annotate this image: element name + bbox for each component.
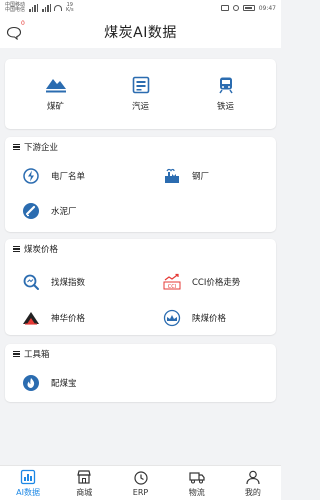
item-shenhua-price[interactable]: 神华价格: [22, 309, 85, 327]
transport-label: 铁运: [216, 102, 234, 112]
transport-item-coal-mine[interactable]: 煤矿: [26, 76, 86, 112]
battery-icon: [242, 5, 255, 11]
status-bar: 中国移动 中国电信 19 K/s 09:47: [0, 0, 281, 16]
item-label: CCI价格走势: [192, 278, 241, 288]
coal-price-section: 煤炭价格 找煤指数 CCI CCI价格走势 神华价格 陕煤价格: [5, 239, 276, 335]
item-label: 电厂名单: [51, 172, 86, 182]
section-header: 下游企业: [5, 137, 276, 157]
item-cement-plant[interactable]: 水泥厂: [22, 202, 77, 220]
shenhua-icon: [22, 309, 40, 327]
section-title: 下游企业: [24, 143, 59, 153]
downstream-section: 下游企业 电厂名单 钢厂 水泥厂: [5, 137, 276, 232]
notification-icon: [220, 5, 229, 11]
section-header: 煤炭价格: [5, 239, 276, 259]
alarm-icon: [232, 5, 239, 11]
item-power-plant-list[interactable]: 电厂名单: [22, 167, 85, 185]
wifi-icon: [54, 5, 63, 11]
truck-icon: [132, 76, 149, 94]
svg-text:CCI: CCI: [168, 284, 176, 290]
section-title: 煤炭价格: [24, 245, 59, 255]
item-shaanxi-coal-price[interactable]: 陕煤价格: [163, 309, 226, 327]
nav-label: AI数据: [16, 487, 41, 497]
list-icon: [13, 351, 20, 357]
item-label: 神华价格: [51, 314, 86, 324]
shaanxi-coal-icon: [163, 309, 181, 327]
section-header: 工具箱: [5, 344, 276, 364]
section-title: 工具箱: [24, 350, 50, 360]
profile-icon: [246, 470, 260, 484]
coal-blend-icon: [22, 374, 40, 392]
transport-label: 煤矿: [46, 102, 64, 112]
nav-label: 物流: [188, 487, 205, 497]
bottom-nav: AI数据 商城 ERP 物流 我的: [0, 465, 281, 500]
message-badge: 0: [21, 20, 25, 27]
train-icon: [218, 77, 233, 94]
chat-bubble-icon: [6, 26, 22, 41]
list-icon: [13, 144, 20, 150]
nav-label: ERP: [132, 487, 149, 497]
item-coal-blend[interactable]: 配煤宝: [22, 374, 77, 392]
nav-label: 商城: [76, 487, 93, 497]
nav-ai-data[interactable]: AI数据: [0, 466, 56, 500]
ai-data-icon: [20, 469, 36, 484]
signal-icon: [29, 4, 39, 12]
nav-profile[interactable]: 我的: [225, 466, 281, 500]
power-plant-icon: [22, 167, 40, 185]
transport-card: 煤矿 汽运 铁运: [5, 59, 276, 129]
item-label: 找煤指数: [51, 278, 86, 288]
cci-trend-icon: CCI: [163, 273, 181, 291]
network-speed: 19 K/s: [66, 3, 74, 13]
carrier-info: 中国移动 中国电信: [5, 2, 26, 14]
message-button[interactable]: [6, 25, 22, 41]
item-label: 钢厂: [192, 172, 210, 182]
nav-shop[interactable]: 商城: [56, 466, 112, 500]
nav-erp[interactable]: ERP: [112, 466, 168, 500]
search-index-icon: [22, 273, 40, 291]
carrier-2: 中国电信: [5, 7, 26, 13]
item-search-index[interactable]: 找煤指数: [22, 273, 85, 291]
shop-icon: [77, 469, 92, 484]
transport-item-train[interactable]: 铁运: [196, 76, 256, 112]
clock: 09:47: [258, 4, 276, 12]
nav-logistics[interactable]: 物流: [169, 466, 225, 500]
erp-icon: [133, 470, 148, 485]
list-icon: [13, 246, 20, 252]
item-label: 陕煤价格: [192, 314, 227, 324]
steel-mill-icon: [163, 167, 181, 185]
transport-label: 汽运: [131, 102, 149, 112]
cement-plant-icon: [22, 202, 40, 220]
nav-label: 我的: [244, 487, 261, 497]
item-steel-mill[interactable]: 钢厂: [163, 167, 209, 185]
item-label: 配煤宝: [51, 379, 77, 389]
speed-unit: K/s: [66, 7, 74, 13]
transport-item-truck[interactable]: 汽运: [111, 76, 171, 112]
item-cci-trend[interactable]: CCI CCI价格走势: [163, 273, 240, 291]
logistics-icon: [189, 471, 205, 483]
coal-mine-icon: [45, 79, 66, 93]
tools-section: 工具箱 配煤宝: [5, 344, 276, 402]
page-title: 煤炭AI数据: [104, 25, 177, 41]
app-header: 0 煤炭AI数据: [0, 16, 281, 48]
item-label: 水泥厂: [51, 207, 77, 217]
signal-icon-2: [42, 4, 52, 12]
